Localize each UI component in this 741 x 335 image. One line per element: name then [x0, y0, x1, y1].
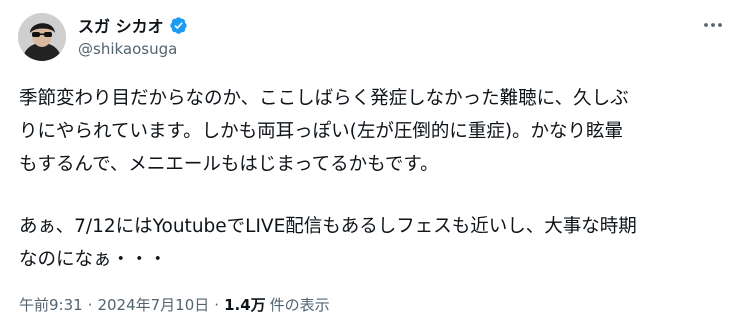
- separator: ·: [214, 295, 220, 314]
- tweet-text-line: もするんで、メニエールもはじまってるかもです。: [19, 154, 439, 175]
- author-display-name[interactable]: スガ シカオ: [78, 13, 164, 37]
- post-time[interactable]: 午前9:31: [19, 294, 83, 315]
- tweet-text-line: りにやられています。しかも両耳っぽい(左が圧倒的に重症)。かなり眩暈: [19, 121, 624, 142]
- tweet-text: 季節変わり目だからなのか、ここしばらく発症しなかった難聴に、久しぶ りにやられて…: [19, 82, 731, 276]
- views-count[interactable]: 1.4万: [224, 294, 266, 315]
- views-label: 件の表示: [269, 296, 330, 314]
- tweet-text-line: なのになぁ・・・: [19, 249, 168, 270]
- verified-badge-icon: [169, 16, 188, 35]
- tweet-metadata: 午前9:31 · 2024年7月10日 · 1.4万 件の表示: [19, 294, 330, 315]
- author-name-row: スガ シカオ: [78, 14, 188, 36]
- more-options-icon[interactable]: [700, 14, 726, 36]
- author-handle[interactable]: @shikaosuga: [78, 40, 177, 58]
- tweet-text-line: 季節変わり目だからなのか、ここしばらく発症しなかった難聴に、久しぶ: [19, 88, 629, 109]
- tweet: スガ シカオ @shikaosuga 季節変わり目だからなのか、ここしばらく発症…: [0, 0, 741, 335]
- separator: ·: [87, 295, 93, 314]
- tweet-text-line: あぁ、7/12にはYoutubeでLIVE配信もあるしフェスも近いし、大事な時期: [19, 216, 637, 237]
- post-date[interactable]: 2024年7月10日: [97, 294, 209, 315]
- avatar[interactable]: [18, 13, 66, 61]
